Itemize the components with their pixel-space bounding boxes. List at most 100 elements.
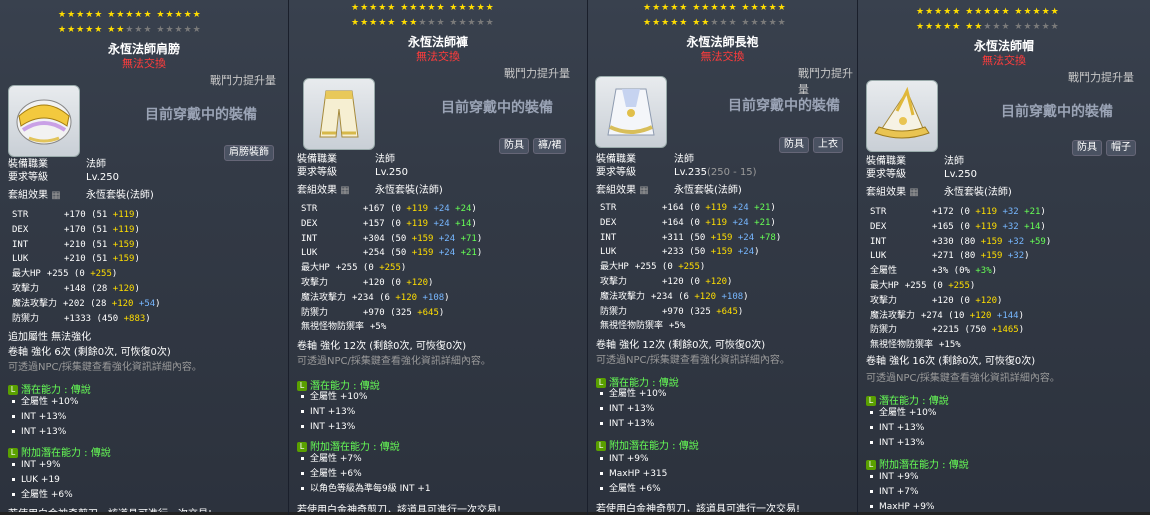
stat-line: 最大HP +255 (0 +255) <box>12 269 118 280</box>
potential-line: 全屬性 +10% <box>870 406 936 421</box>
potential-line: INT +13% <box>600 417 666 432</box>
stat-line: 全屬性 +3% (0% +3%) <box>870 266 998 277</box>
scroll-upgrade-line: 卷軸 強化 12次 (剩餘0次, 可恢復0次) <box>596 340 766 351</box>
scroll-upgrade-line: 卷軸 強化 6次 (剩餘0次, 可恢復0次) <box>8 347 171 358</box>
currently-equipped-label: 目前穿戴中的裝備 <box>145 107 257 123</box>
stat-line: 防禦力 +970 (325 +645) <box>301 307 445 318</box>
item-icon[interactable] <box>595 76 667 148</box>
potential-line: 全屬性 +10% <box>12 395 78 410</box>
potential-line: INT +13% <box>12 425 78 440</box>
legendary-icon: L <box>8 385 18 395</box>
stat-line: 防禦力 +970 (325 +645) <box>600 306 744 317</box>
attack-increase-label: 戰鬥力提升量 <box>1068 71 1134 84</box>
potential-line: INT +13% <box>870 436 936 451</box>
stat-line: STR +167 (0 +119 +24 +24) <box>301 204 477 214</box>
upgrade-hint-line: 可透過NPC/採集鍵查看強化資訊詳細內容。 <box>596 355 790 366</box>
potential-line: 全屬性 +10% <box>301 390 367 405</box>
bonus-potential-header: L 附加潛在能力 : 傳說 <box>8 444 111 459</box>
stat-line: 攻擊力 +120 (0 +120) <box>870 295 1003 306</box>
stat-list: STR +164 (0 +119 +24 +21) DEX +164 (0 +119 … <box>600 201 781 334</box>
star-force-row-2: ★★★★★ ★★★★★ ★★★★★ <box>643 18 787 28</box>
category-tag: 肩膀裝飾 <box>224 145 274 161</box>
star-force-row-1: ★★★★★ ★★★★★ ★★★★★ <box>643 3 787 13</box>
scroll-upgrade-line: 卷軸 強化 12次 (剩餘0次, 可恢復0次) <box>297 341 467 352</box>
stat-line: DEX +157 (0 +119 +24 +14) <box>301 218 477 229</box>
bonus-potential-line: MaxHP +9% <box>870 500 934 515</box>
category-tag: 褲/裙 <box>533 138 567 154</box>
star-force-row-2: ★★★★★ ★★★★★ ★★★★★ <box>916 22 1060 32</box>
scroll-upgrade-line: 卷軸 強化 16次 (剩餘0次, 可恢復0次) <box>866 356 1036 367</box>
stat-line: 魔法攻擊力 +274 (10 +120 +144) <box>870 310 1025 321</box>
stat-line: STR +172 (0 +119 +32 +21) <box>870 207 1046 217</box>
potential-line: INT +13% <box>870 421 936 436</box>
star-force-row-1: ★★★★★ ★★★★★ ★★★★★ <box>58 10 202 20</box>
requirements: 裝備職業 法師 要求等級 Lv.250 套組效果 ▦ 永恆套裝(法師) <box>866 156 1012 198</box>
item-tooltip-panel-2: ★★★★★ ★★★★★ ★★★★★ ★★★★★ ★★★★★ ★★★★★ 永恆法師… <box>289 0 587 515</box>
item-tooltip-panel-4: ★★★★★ ★★★★★ ★★★★★ ★★★★★ ★★★★★ ★★★★★ 永恆法師… <box>858 0 1150 515</box>
bonus-potential-line: 全屬性 +6% <box>12 488 73 503</box>
potential-lines: 全屬性 +10% INT +13% INT +13% <box>870 406 936 451</box>
category-tag: 防具 <box>499 138 529 154</box>
potential-lines: 全屬性 +10% INT +13% INT +13% <box>600 387 666 432</box>
stat-line: 防禦力 +1333 (450 +883) <box>12 313 151 324</box>
stat-line: LUK +254 (50 +159 +24 +21) <box>301 248 483 259</box>
bonus-potential-line: MaxHP +315 <box>600 467 667 482</box>
bonus-potential-line: 全屬性 +7% <box>301 452 431 467</box>
potential-line: INT +13% <box>301 405 367 420</box>
potential-line: INT +13% <box>600 402 666 417</box>
star-force-row-1: ★★★★★ ★★★★★ ★★★★★ <box>916 7 1060 17</box>
bonus-potential-line: LUK +19 <box>12 473 73 488</box>
stat-line: 無視怪物防禦率 +5% <box>600 321 686 332</box>
bonus-potential-line: 全屬性 +6% <box>301 467 431 482</box>
attack-increase-label: 戰鬥力提升量 <box>210 74 276 87</box>
stat-line: 攻擊力 +120 (0 +120) <box>301 277 434 288</box>
star-force-row-1: ★★★★★ ★★★★★ ★★★★★ <box>351 3 495 13</box>
potential-line: INT +13% <box>301 420 367 435</box>
currently-equipped-label: 目前穿戴中的裝備 <box>1001 104 1113 120</box>
item-icon[interactable] <box>866 80 938 152</box>
stat-line: 無視怪物防禦率 +5% <box>301 322 387 333</box>
bonus-potential-line: 以角色等級為準每9級 INT +1 <box>301 482 431 497</box>
potential-header: L 潛在能力 : 傳說 <box>8 381 91 396</box>
category-tag: 防具 <box>779 137 809 153</box>
star-force-row-2: ★★★★★ ★★★★★ ★★★★★ <box>58 25 202 35</box>
stat-line: STR +170 (51 +119) <box>12 210 140 220</box>
attack-increase-label: 戰鬥力提升量 <box>504 67 570 80</box>
upgrade-hint-line: 可透過NPC/採集鍵查看強化資訊詳細內容。 <box>866 373 1060 384</box>
upgrade-hint-line: 可透過NPC/採集鍵查看強化資訊詳細內容。 <box>297 356 491 367</box>
potential-lines: 全屬性 +10% INT +13% INT +13% <box>301 390 367 435</box>
bonus-potential-lines: INT +9% INT +7% MaxHP +9% <box>870 470 934 515</box>
category-tag: 帽子 <box>1106 140 1136 156</box>
requirements: 裝備職業 法師 要求等級 Lv.250 套組效果 ▦ 永恆套裝(法師) <box>297 154 443 196</box>
untradeable-label: 無法交換 <box>416 50 460 63</box>
stat-line: INT +311 (50 +159 +24 +78) <box>600 232 782 243</box>
bonus-potential-lines: 全屬性 +7% 全屬性 +6% 以角色等級為準每9級 INT +1 <box>301 452 431 497</box>
untradeable-label: 無法交換 <box>982 54 1026 67</box>
scissors-note: 若使用白金神奇剪刀，該道具可進行一次交易! <box>8 509 213 515</box>
stat-list: STR +172 (0 +119 +32 +21) DEX +165 (0 +119 … <box>870 205 1051 353</box>
bonus-potential-header: L 附加潛在能力 : 傳說 <box>297 438 400 453</box>
stat-line: LUK +271 (80 +159 +32) <box>870 251 1030 262</box>
stat-line: 魔法攻擊力 +234 (6 +120 +108) <box>301 292 450 303</box>
scissors-note: 若使用白金神奇剪刀，該道具可進行一次交易! <box>297 505 502 515</box>
item-tooltip-panel-3: ★★★★★ ★★★★★ ★★★★★ ★★★★★ ★★★★★ ★★★★★ 永恆法師… <box>588 0 857 515</box>
attack-increase-label: 戰鬥力提升量 <box>798 67 853 96</box>
legendary-icon: L <box>596 441 606 451</box>
stat-list: STR +170 (51 +119) DEX +170 (51 +119) INT +21… <box>12 208 161 326</box>
stat-line: 魔法攻擊力 +234 (6 +120 +108) <box>600 291 749 302</box>
stat-line: DEX +170 (51 +119) <box>12 224 140 235</box>
item-icon[interactable] <box>8 85 80 157</box>
stat-line: DEX +164 (0 +119 +24 +21) <box>600 217 776 228</box>
stat-line: 魔法攻擊力 +202 (28 +120 +54) <box>12 298 161 309</box>
stat-line: LUK +210 (51 +159) <box>12 254 140 265</box>
requirements: 裝備職業 法師 要求等級 Lv.250 套組效果 ▦ 永恆套裝(法師) <box>8 159 154 201</box>
upgrade-hint-line: 可透過NPC/採集鍵查看強化資訊詳細內容。 <box>8 362 202 373</box>
item-icon[interactable] <box>303 78 375 150</box>
bonus-potential-header: L 附加潛在能力 : 傳說 <box>596 437 699 452</box>
bonus-potential-header: L 附加潛在能力 : 傳說 <box>866 456 969 471</box>
stat-line: 最大HP +255 (0 +255) <box>600 262 706 273</box>
stat-line: DEX +165 (0 +119 +32 +14) <box>870 221 1046 232</box>
potential-lines: 全屬性 +10% INT +13% INT +13% <box>12 395 78 440</box>
stat-line: INT +330 (80 +159 +32 +59) <box>870 236 1052 247</box>
bonus-potential-lines: INT +9% LUK +19 全屬性 +6% <box>12 458 73 503</box>
